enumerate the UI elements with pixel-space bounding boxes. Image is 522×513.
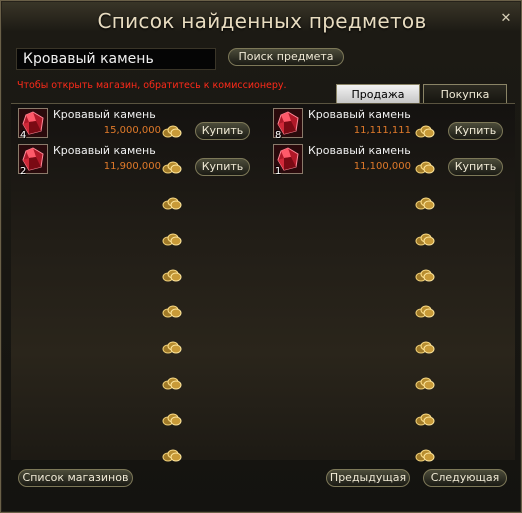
adena-coin-icon bbox=[415, 447, 435, 462]
item-price: 11,900,000 bbox=[103, 161, 161, 172]
item-quantity: 4 bbox=[20, 130, 27, 141]
list-item[interactable]: 1 Кровавый камень 11,100,000 bbox=[273, 144, 411, 177]
adena-coin-icon bbox=[415, 123, 435, 138]
search-input[interactable] bbox=[16, 48, 216, 70]
tab-sale[interactable]: Продажа bbox=[336, 84, 420, 104]
adena-coin-icon bbox=[162, 231, 182, 246]
adena-coin-icon bbox=[162, 447, 182, 462]
adena-coin-icon bbox=[415, 231, 435, 246]
adena-coin-icon bbox=[162, 303, 182, 318]
buy-button[interactable]: Купить bbox=[448, 122, 503, 140]
shop-list-button[interactable]: Список магазинов bbox=[18, 469, 133, 487]
adena-coin-icon bbox=[415, 303, 435, 318]
adena-coin-icon bbox=[162, 267, 182, 282]
item-search-window: Список найденных предметов ✕ Поиск предм… bbox=[0, 0, 522, 513]
search-item-button[interactable]: Поиск предмета bbox=[228, 48, 344, 66]
adena-coin-icon bbox=[415, 339, 435, 354]
item-name: Кровавый камень bbox=[308, 144, 411, 157]
adena-coin-icon bbox=[415, 411, 435, 426]
adena-coin-icon bbox=[415, 375, 435, 390]
item-quantity: 2 bbox=[20, 166, 27, 177]
buy-button[interactable]: Купить bbox=[195, 158, 250, 176]
adena-coin-icon bbox=[162, 375, 182, 390]
list-item[interactable]: 8 Кровавый камень 11,111,111 bbox=[273, 108, 411, 141]
adena-coin-icon bbox=[162, 339, 182, 354]
previous-page-button[interactable]: Предыдущая bbox=[326, 469, 410, 487]
adena-coin-icon bbox=[162, 411, 182, 426]
item-name: Кровавый камень bbox=[53, 108, 156, 121]
item-quantity: 8 bbox=[275, 130, 282, 141]
list-item[interactable]: 2 Кровавый камень 11,900,000 bbox=[18, 144, 161, 177]
adena-coin-icon bbox=[415, 159, 435, 174]
window-title: Список найденных предметов bbox=[97, 9, 427, 33]
list-item[interactable]: 4 Кровавый камень 15,000,000 bbox=[18, 108, 161, 141]
item-price: 11,111,111 bbox=[353, 125, 411, 136]
tab-purchase[interactable]: Покупка bbox=[423, 84, 507, 104]
adena-coin-icon bbox=[162, 195, 182, 210]
item-price: 15,000,000 bbox=[103, 125, 161, 136]
adena-coin-icon bbox=[415, 195, 435, 210]
next-page-button[interactable]: Следующая bbox=[423, 469, 507, 487]
adena-coin-icon bbox=[162, 159, 182, 174]
close-icon[interactable]: ✕ bbox=[499, 12, 513, 26]
item-price: 11,100,000 bbox=[353, 161, 411, 172]
item-name: Кровавый камень bbox=[53, 144, 156, 157]
item-name: Кровавый камень bbox=[308, 108, 411, 121]
adena-coin-icon bbox=[162, 123, 182, 138]
item-quantity: 1 bbox=[275, 166, 282, 177]
buy-button[interactable]: Купить bbox=[195, 122, 250, 140]
buy-button[interactable]: Купить bbox=[448, 158, 503, 176]
notice-text: Чтобы открыть магазин, обратитесь к коми… bbox=[17, 80, 287, 91]
adena-coin-icon bbox=[415, 267, 435, 282]
